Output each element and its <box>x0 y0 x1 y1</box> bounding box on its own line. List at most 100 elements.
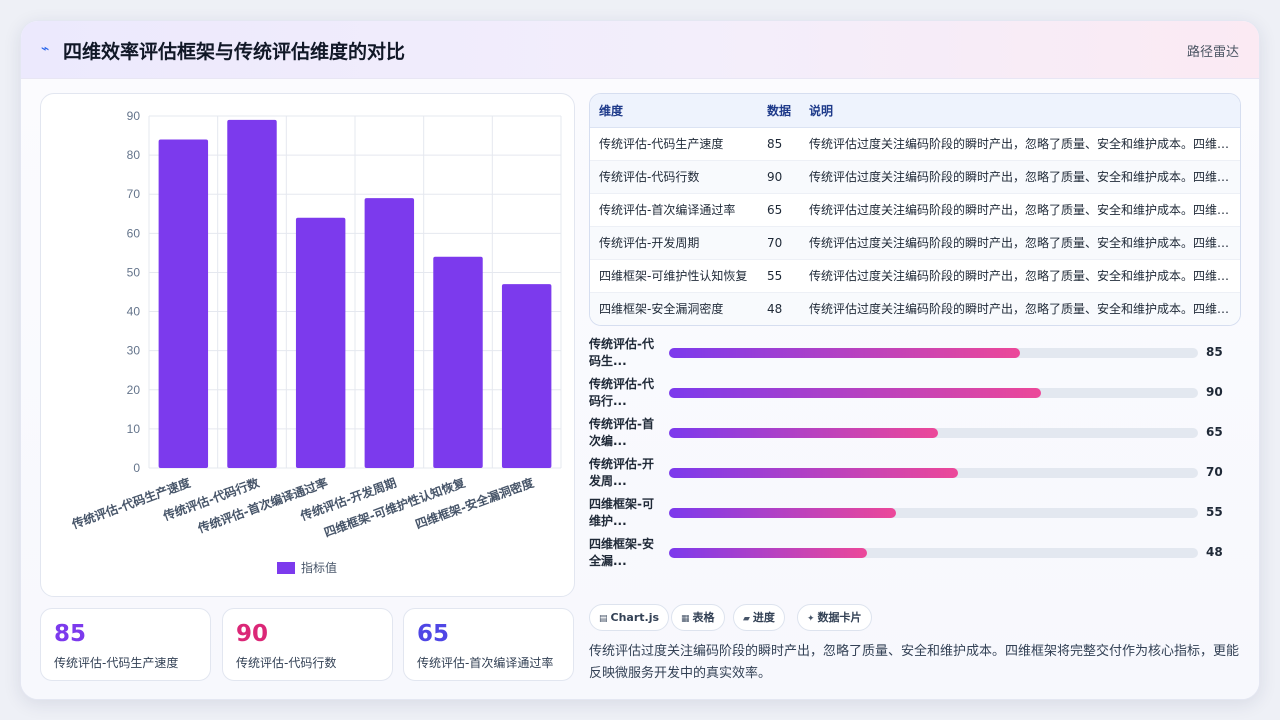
legend-swatch <box>277 562 295 574</box>
cell-value: 90 <box>758 160 800 194</box>
progress-value: 65 <box>1206 425 1223 439</box>
y-tick-label: 70 <box>127 187 141 201</box>
summary-text: 传统评估过度关注编码阶段的瞬时产出，忽略了质量、安全和维护成本。四维框架将完整交… <box>589 644 1240 681</box>
bar-6 <box>501 284 552 468</box>
progress-row: 传统评估-首次编... 65 <box>589 416 1241 452</box>
table-header-row: 维度 数据 说明 <box>590 94 1240 128</box>
cell-description: 传统评估过度关注编码阶段的瞬时产出，忽略了质量、安全和维护成本。四维框架将完整交… <box>800 292 1240 325</box>
x-tick-label: 传统评估-代码生产速度 <box>69 474 193 532</box>
progress-fill <box>669 508 897 518</box>
progress-row: 传统评估-代码行... 90 <box>589 376 1241 412</box>
bar-5 <box>433 256 483 468</box>
chip-label: Chart.js <box>610 611 660 624</box>
table-row: 传统评估-代码行数 90 传统评估过度关注编码阶段的瞬时产出，忽略了质量、安全和… <box>590 160 1240 194</box>
progress-track <box>669 428 1198 438</box>
legend-label: 指标值 <box>301 560 337 575</box>
progress-row: 传统评估-代码生... 85 <box>589 336 1241 372</box>
progress-row: 四维框架-可维护... 55 <box>589 496 1241 532</box>
progress-label: 四维框架-安全漏... <box>589 537 654 568</box>
stat-card-1: 85 传统评估-代码生产速度 <box>40 608 211 681</box>
stat-label: 传统评估-代码行数 <box>236 656 337 670</box>
bar-3 <box>295 217 346 468</box>
progress-icon: ▰ <box>743 614 750 624</box>
chip-label: 进度 <box>752 611 775 624</box>
progress-label: 传统评估-代码行... <box>589 377 654 408</box>
cell-description: 传统评估过度关注编码阶段的瞬时产出，忽略了质量、安全和维护成本。四维框架将完整交… <box>800 127 1240 161</box>
stat-label: 传统评估-代码生产速度 <box>54 656 179 670</box>
progress-fill <box>669 348 1021 358</box>
chart-icon: ▤ <box>599 614 608 624</box>
x-tick-label: 四维框架-安全漏洞密度 <box>413 474 537 531</box>
cell-description: 传统评估过度关注编码阶段的瞬时产出，忽略了质量、安全和维护成本。四维框架将完整交… <box>800 160 1240 194</box>
header-tag: 路径雷达 <box>1186 45 1239 60</box>
progress-value: 70 <box>1206 465 1223 479</box>
main-card: ⌁ 四维效率评估框架与传统评估维度的对比 路径雷达 0 10 20 30 40 50 60 7… <box>20 20 1260 700</box>
chip-chartjs[interactable]: ▤ Chart.js <box>589 604 670 631</box>
progress-value: 85 <box>1206 345 1223 359</box>
cell-dimension: 四维框架-可维护性认知恢复 <box>590 259 758 293</box>
stat-value: 65 <box>417 621 450 647</box>
cell-value: 70 <box>758 226 800 260</box>
y-tick-label: 50 <box>127 265 141 279</box>
progress-track <box>669 468 1198 478</box>
cell-value: 55 <box>758 259 800 293</box>
chip-data-card[interactable]: ✦ 数据卡片 <box>797 604 872 631</box>
table-row: 四维框架-安全漏洞密度 48 传统评估过度关注编码阶段的瞬时产出，忽略了质量、安… <box>590 292 1240 325</box>
progress-row: 传统评估-开发周... 70 <box>589 456 1241 492</box>
progress-label: 传统评估-开发周... <box>589 457 654 488</box>
progress-track <box>669 348 1198 358</box>
progress-fill <box>669 468 959 478</box>
progress-label: 传统评估-首次编... <box>589 417 654 448</box>
cell-description: 传统评估过度关注编码阶段的瞬时产出，忽略了质量、安全和维护成本。四维框架将完整交… <box>800 193 1240 227</box>
progress-list: 传统评估-代码生... 85 传统评估-代码行... 90 传统评估-首次编..… <box>589 336 1241 576</box>
chip-label: 数据卡片 <box>817 611 862 624</box>
cell-dimension: 传统评估-开发周期 <box>590 226 758 260</box>
y-tick-label: 20 <box>127 383 141 397</box>
cell-dimension: 四维框架-安全漏洞密度 <box>590 292 758 325</box>
y-tick-label: 40 <box>127 305 141 319</box>
column-header-value: 数据 <box>758 94 800 128</box>
progress-fill <box>669 388 1041 398</box>
page-title: 四维效率评估框架与传统评估维度的对比 <box>63 41 406 63</box>
y-tick-label: 60 <box>127 226 141 240</box>
header: ⌁ 四维效率评估框架与传统评估维度的对比 路径雷达 <box>21 21 1259 79</box>
progress-row: 四维框架-安全漏... 48 <box>589 536 1241 572</box>
chip-table[interactable]: ▦ 表格 <box>671 604 725 631</box>
cell-dimension: 传统评估-代码生产速度 <box>590 127 758 161</box>
bar-4 <box>364 198 415 468</box>
chip-label: 表格 <box>692 611 715 624</box>
table-icon: ▦ <box>681 614 690 624</box>
cell-dimension: 传统评估-代码行数 <box>590 160 758 194</box>
y-tick-label: 90 <box>127 109 141 123</box>
progress-track <box>669 548 1198 558</box>
progress-label: 四维框架-可维护... <box>589 497 654 528</box>
table-row: 传统评估-代码生产速度 85 传统评估过度关注编码阶段的瞬时产出，忽略了质量、安… <box>590 127 1240 161</box>
cell-description: 传统评估过度关注编码阶段的瞬时产出，忽略了质量、安全和维护成本。四维框架将完整交… <box>800 259 1240 293</box>
chip-progress[interactable]: ▰ 进度 <box>733 604 785 631</box>
stat-value: 90 <box>236 621 269 647</box>
cell-value: 85 <box>758 127 800 161</box>
stat-card-3: 65 传统评估-首次编译通过率 <box>403 608 574 681</box>
y-tick-label: 10 <box>127 422 141 436</box>
progress-track <box>669 388 1198 398</box>
column-header-dimension: 维度 <box>590 94 758 128</box>
y-tick-label: 30 <box>127 344 141 358</box>
data-table: 维度 数据 说明 传统评估-代码生产速度 85 传统评估过度关注编码阶段的瞬时产… <box>589 93 1241 326</box>
table-row: 四维框架-可维护性认知恢复 55 传统评估过度关注编码阶段的瞬时产出，忽略了质量… <box>590 259 1240 293</box>
stat-value: 85 <box>54 621 87 647</box>
card-icon: ✦ <box>807 614 815 624</box>
cell-value: 48 <box>758 292 800 325</box>
bar-chart-panel: 0 10 20 30 40 50 60 70 80 90 传统评估-代码生产速度 传统评估-代码行数传… <box>40 93 575 597</box>
progress-fill <box>669 428 938 438</box>
table-row: 传统评估-首次编译通过率 65 传统评估过度关注编码阶段的瞬时产出，忽略了质量、… <box>590 193 1240 227</box>
bar-2 <box>227 119 277 469</box>
y-tick-label: 0 <box>133 461 140 475</box>
cell-value: 65 <box>758 193 800 227</box>
y-tick-label: 80 <box>127 148 141 162</box>
bar-chart: 0102030405060708090传统评估-代码生产速度传统评估-代码行数传… <box>69 109 562 575</box>
table-row: 传统评估-开发周期 70 传统评估过度关注编码阶段的瞬时产出，忽略了质量、安全和… <box>590 226 1240 260</box>
cell-dimension: 传统评估-首次编译通过率 <box>590 193 758 227</box>
trend-icon: ⌁ <box>41 41 50 57</box>
progress-value: 55 <box>1206 505 1223 519</box>
progress-value: 90 <box>1206 385 1223 399</box>
